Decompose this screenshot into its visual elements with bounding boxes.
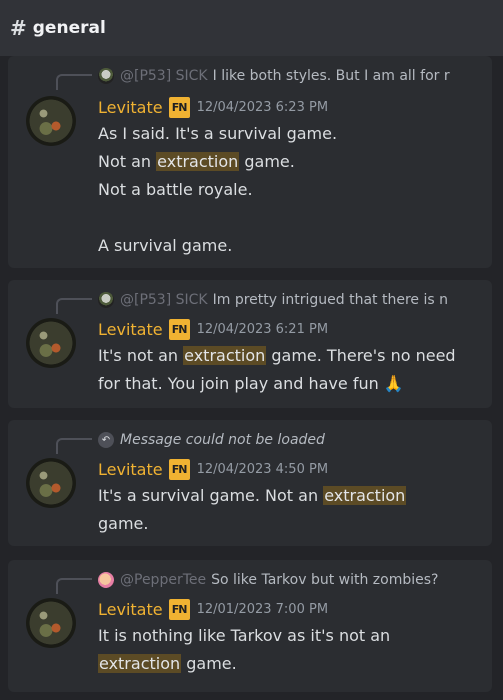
search-highlight: extraction [98, 654, 182, 673]
timestamp: 12/04/2023 4:50 PM [196, 461, 329, 477]
reply-unavailable-text: Message could not be loaded [120, 432, 325, 448]
timestamp: 12/04/2023 6:23 PM [196, 99, 329, 115]
timestamp: 12/01/2023 7:00 PM [196, 601, 329, 617]
hash-icon: # [10, 16, 27, 40]
author-name[interactable]: Levitate [98, 320, 163, 339]
message-content: It's a survival game. Not an extraction … [98, 482, 482, 538]
message-line [98, 204, 482, 232]
reply-connector [56, 298, 92, 314]
message-line: for that. You join play and have fun 🙏 [98, 374, 404, 393]
message-line: As I said. It's a survival game. [98, 124, 338, 143]
message-header: Levitate FN 12/04/2023 4:50 PM [98, 458, 328, 480]
reply-avatar [98, 292, 114, 308]
reply-text: Im pretty intrigued that there is n [212, 292, 448, 308]
message-line: A survival game. [98, 236, 233, 255]
message-content: It's not an extraction game. There's no … [98, 342, 482, 398]
message-header: Levitate FN 12/04/2023 6:23 PM [98, 96, 328, 118]
message-line: Not a battle royale. [98, 180, 253, 199]
avatar[interactable] [26, 318, 76, 368]
fn-badge-icon: FN [168, 318, 190, 340]
message-content: As I said. It's a survival game. Not an … [98, 120, 482, 260]
avatar[interactable] [26, 598, 76, 648]
message-card[interactable]: @[P53] SICK I like both styles. But I am… [8, 56, 492, 268]
reply-connector [56, 578, 92, 594]
search-highlight: extraction [156, 152, 240, 171]
avatar[interactable] [26, 96, 76, 146]
reply-connector [56, 438, 92, 454]
reply-preview[interactable]: @[P53] SICK I like both styles. But I am… [98, 66, 486, 86]
fn-badge-icon: FN [168, 458, 190, 480]
message-card[interactable]: ↶ Message could not be loaded Levitate F… [8, 420, 492, 546]
reply-author[interactable]: @PepperTee [120, 572, 206, 588]
message-content: It is nothing like Tarkov as it's not an… [98, 622, 482, 678]
message-header: Levitate FN 12/01/2023 7:00 PM [98, 598, 328, 620]
channel-header: # general [0, 0, 503, 56]
reply-arrow-icon: ↶ [98, 432, 114, 448]
author-name[interactable]: Levitate [98, 600, 163, 619]
message-header: Levitate FN 12/04/2023 6:21 PM [98, 318, 328, 340]
folded-hands-emoji-icon: 🙏 [383, 374, 404, 393]
message-line: extraction game. [98, 654, 237, 673]
reply-author[interactable]: @[P53] SICK [120, 292, 208, 308]
avatar[interactable] [26, 458, 76, 508]
message-card[interactable]: @PepperTee So like Tarkov but with zombi… [8, 560, 492, 692]
reply-preview[interactable]: @[P53] SICK Im pretty intrigued that the… [98, 290, 486, 310]
reply-text: I like both styles. But I am all for r [212, 68, 450, 84]
author-name[interactable]: Levitate [98, 460, 163, 479]
message-card[interactable]: @[P53] SICK Im pretty intrigued that the… [8, 280, 492, 408]
reply-author[interactable]: @[P53] SICK [120, 68, 208, 84]
message-line: game. [98, 514, 149, 533]
timestamp: 12/04/2023 6:21 PM [196, 321, 329, 337]
reply-text: So like Tarkov but with zombies? [211, 572, 439, 588]
reply-connector [56, 74, 92, 90]
fn-badge-icon: FN [168, 598, 190, 620]
channel-name: general [32, 18, 106, 38]
author-name[interactable]: Levitate [98, 98, 163, 117]
reply-preview: ↶ Message could not be loaded [98, 430, 486, 450]
fn-badge-icon: FN [168, 96, 190, 118]
reply-avatar [98, 572, 114, 588]
message-line: It's not an extraction game. There's no … [98, 346, 456, 365]
message-line: Not an extraction game. [98, 152, 295, 171]
reply-avatar [98, 68, 114, 84]
search-highlight: extraction [183, 346, 267, 365]
search-highlight: extraction [323, 486, 407, 505]
message-line: It is nothing like Tarkov as it's not an [98, 626, 391, 645]
reply-preview[interactable]: @PepperTee So like Tarkov but with zombi… [98, 570, 486, 590]
message-line: It's a survival game. Not an extraction [98, 486, 407, 505]
